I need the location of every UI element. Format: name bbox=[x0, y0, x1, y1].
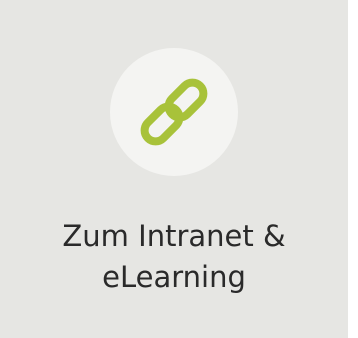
icon-circle bbox=[110, 48, 238, 176]
tile-label-line2: eLearning bbox=[102, 260, 246, 294]
link-icon bbox=[140, 78, 208, 146]
tile-label-line1: Zum Intranet & bbox=[62, 219, 286, 253]
intranet-elearning-tile[interactable]: Zum Intranet & eLearning bbox=[0, 0, 348, 338]
tile-label: Zum Intranet & eLearning bbox=[0, 216, 348, 298]
